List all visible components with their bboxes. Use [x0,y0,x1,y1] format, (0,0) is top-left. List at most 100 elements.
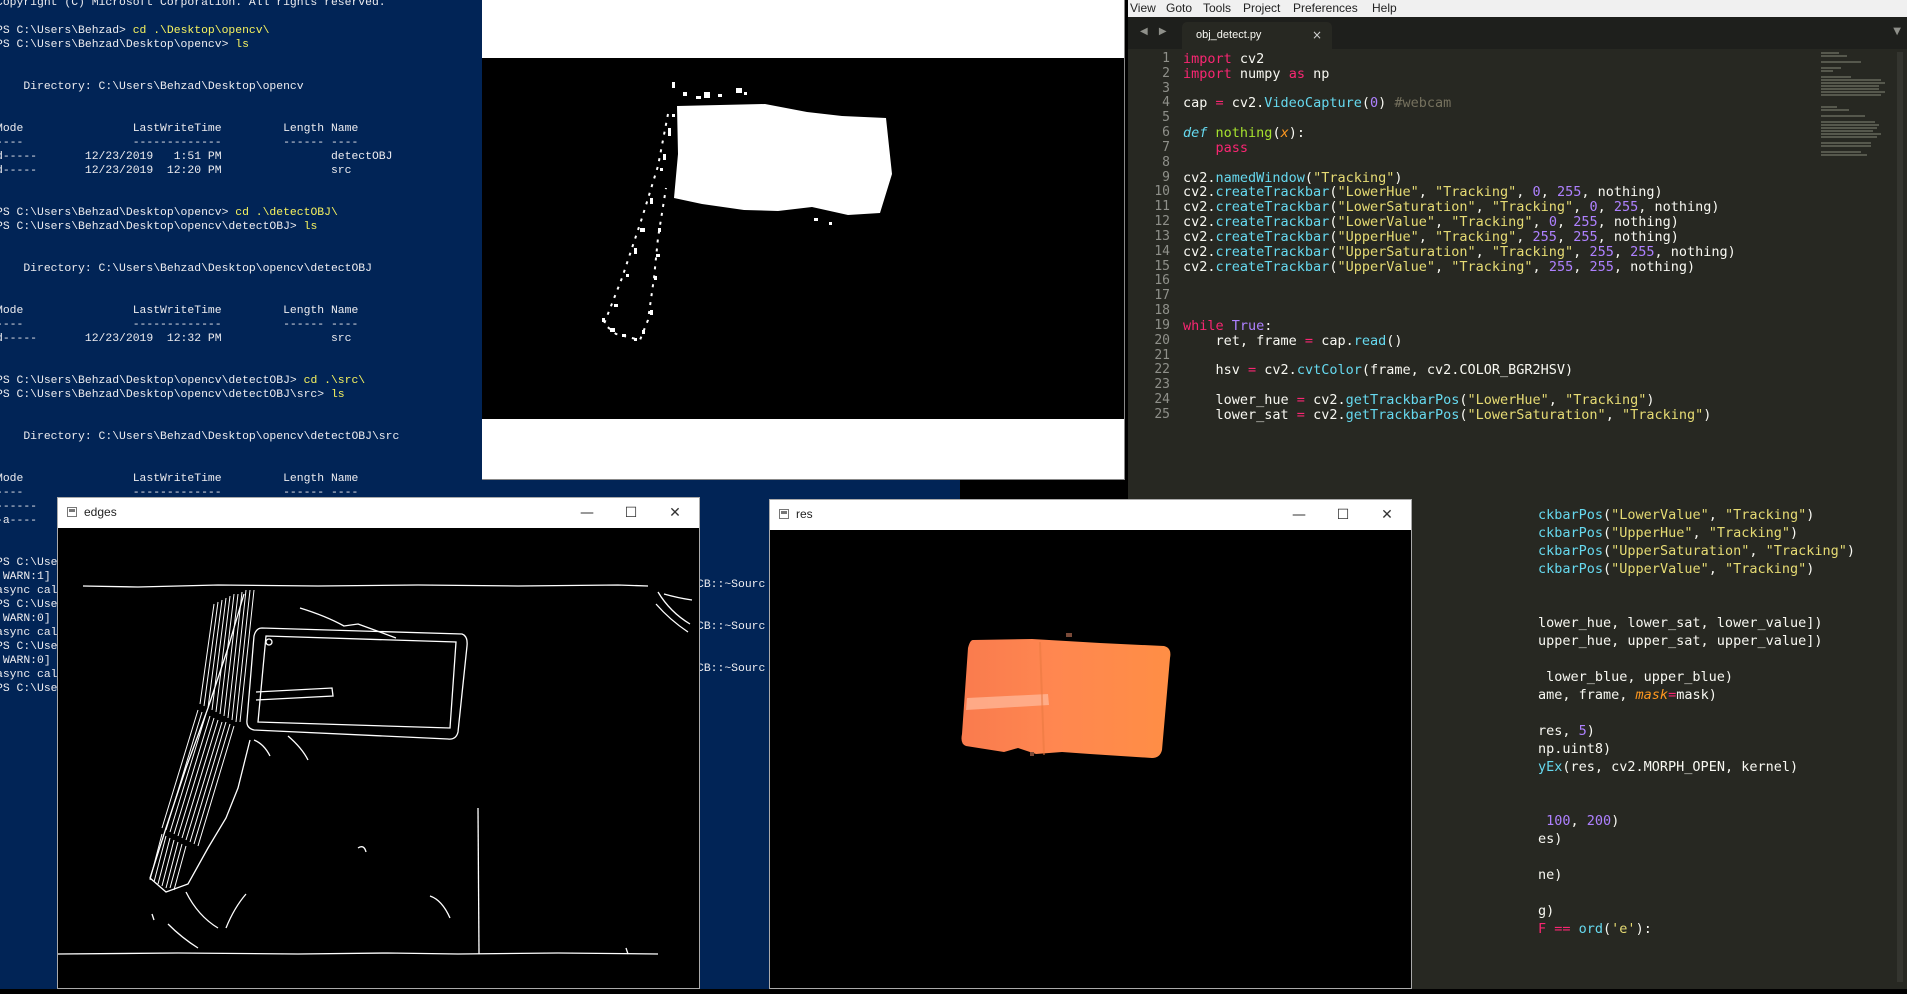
code-line[interactable]: cv2.createTrackbar("UpperHue", "Tracking… [1183,229,1679,245]
console-line [0,290,399,304]
minimize-button[interactable]: — [1277,503,1321,527]
window-titlebar[interactable]: res — ☐ ✕ [770,500,1411,530]
code-token: createTrackbar [1215,243,1330,260]
code-line[interactable]: import numpy as np [1183,66,1329,82]
menu-view[interactable]: View [1130,1,1156,15]
code-line[interactable]: cv2.createTrackbar("LowerHue", "Tracking… [1183,184,1663,200]
code-line[interactable]: lower_hue, lower_sat, lower_value]) [1538,615,1822,631]
code-line[interactable]: pass [1183,140,1249,156]
code-line[interactable]: hsv = cv2.cvtColor(frame, cv2.COLOR_BGR2… [1183,362,1574,378]
console-prompt: Directory: C:\Users\Behzad\Desktop\openc… [0,263,372,275]
code-line[interactable]: cv2.createTrackbar("UpperSaturation", "T… [1183,244,1736,260]
code-line[interactable]: lower_sat = cv2.getTrackbarPos("LowerSat… [1183,406,1712,423]
code-line[interactable]: res, 5) [1538,723,1595,739]
minimap[interactable] [1821,52,1891,157]
console-prompt: PS C:\Use [0,557,58,569]
code-token: , [1548,392,1566,409]
code-token: createTrackbar [1215,214,1330,231]
code-token: ) [1806,507,1815,523]
code-line[interactable]: while True: [1183,318,1272,334]
close-icon[interactable]: × [1312,28,1322,42]
code-token: createTrackbar [1215,228,1330,245]
code-line[interactable]: F == ord('e'): [1538,921,1652,937]
code-line[interactable]: np.uint8) [1538,741,1611,757]
console-prompt [0,403,3,415]
code-line[interactable]: ret, frame = cap.read() [1183,332,1403,349]
code-line[interactable]: import cv2 [1183,51,1264,67]
code-token: 255 [1589,243,1614,260]
code-line[interactable]: ame, frame, mask=mask) [1538,687,1717,703]
code-line[interactable]: ckbarPos("UpperValue", "Tracking") [1538,561,1814,577]
code-line[interactable]: es) [1538,831,1562,847]
code-token: es) [1538,831,1563,847]
close-button[interactable]: ✕ [653,501,697,525]
code-token: "LowerSaturation" [1337,199,1476,216]
maximize-button[interactable]: ☐ [609,501,653,525]
mask-hand-outline [602,113,669,342]
code-line[interactable]: lower_hue = cv2.getTrackbarPos("LowerHue… [1183,392,1655,409]
code-line[interactable]: cv2.namedWindow("Tracking") [1183,170,1402,186]
code-line[interactable]: def nothing(x): [1183,125,1305,141]
res-window[interactable]: res — ☐ ✕ [769,499,1412,989]
code-line[interactable]: lower_blue, upper_blue) [1538,669,1733,685]
code-token: = [1304,332,1314,349]
code-line[interactable]: cv2.createTrackbar("LowerValue", "Tracki… [1183,214,1679,230]
code-token: , [1570,813,1587,829]
code-token: cv2. [1223,95,1265,112]
menu-project[interactable]: Project [1243,1,1280,15]
window-title: res [796,507,813,521]
code-token: ) [1378,95,1395,112]
code-token: "Tracking" [1435,228,1517,245]
code-token: "UpperValue" [1337,258,1435,275]
code-line[interactable]: cv2.createTrackbar("UpperValue", "Tracki… [1183,259,1695,275]
line-number: 10 [1154,184,1170,200]
edges-view [57,528,699,988]
code-line[interactable]: ckbarPos("LowerValue", "Tracking") [1538,507,1814,523]
code-token: ne) [1538,867,1563,883]
code-line[interactable]: yEx(res, cv2.MORPH_OPEN, kernel) [1538,759,1798,775]
code-token: "UpperHue" [1337,228,1419,245]
code-line[interactable]: ne) [1538,867,1562,883]
line-number: 23 [1154,377,1170,393]
edge-hand-top [299,607,397,639]
menu-tools[interactable]: Tools [1203,1,1231,15]
console-prompt: ---- ------------- ------ ---- [0,319,359,331]
code-line[interactable]: upper_hue, upper_sat, upper_value]) [1538,633,1822,649]
code-line[interactable]: ckbarPos("UpperHue", "Tracking") [1538,525,1798,541]
code-token: ckbarPos [1538,543,1604,559]
minimap-line [1821,79,1881,81]
console-prompt: WARN:0] [0,613,51,625]
edges-window[interactable]: edges — ☐ ✕ [57,497,700,989]
mask-image [602,82,892,342]
code-token: , [1418,184,1435,201]
vertical-scrollbar[interactable] [1897,52,1903,982]
minimap-line [1821,67,1841,69]
console-prompt [0,361,3,373]
code-token: "UpperSaturation" [1611,543,1750,559]
code-line[interactable]: ckbarPos("UpperSaturation", "Tracking") [1538,543,1855,559]
minimize-button[interactable]: — [565,501,609,525]
maximize-button[interactable]: ☐ [1321,503,1365,527]
chevron-down-icon[interactable]: ▼ [1893,26,1901,37]
tab-nav-arrows-icon[interactable]: ◀ ▶ [1140,26,1171,37]
code-line[interactable]: cap = cv2.VideoCapture(0) #webcam [1183,95,1451,111]
code-token: ) [1703,406,1712,423]
minimap-line [1821,82,1885,84]
code-line[interactable]: 100, 200) [1538,813,1619,829]
close-button[interactable]: ✕ [1365,503,1409,527]
menu-preferences[interactable]: Preferences [1293,1,1358,15]
line-number: 25 [1154,406,1170,422]
code-token: ( [1459,392,1468,409]
menu-help[interactable]: Help [1372,1,1397,15]
tab-obj-detect[interactable]: obj_detect.py × [1182,22,1332,49]
code-line[interactable]: cv2.createTrackbar("LowerSaturation", "T… [1183,199,1720,215]
menu-goto[interactable]: Goto [1166,1,1192,15]
console-line: PS C:\Users\Behzad\Desktop\opencv\detect… [0,220,399,234]
code-line[interactable]: g) [1538,903,1554,919]
console-command: cd .\detectOBJ\ [235,207,338,219]
edge-door-post [477,807,480,955]
tracking-window[interactable] [482,0,1125,480]
code-token: g) [1538,903,1555,919]
window-titlebar[interactable]: edges — ☐ ✕ [58,498,699,528]
